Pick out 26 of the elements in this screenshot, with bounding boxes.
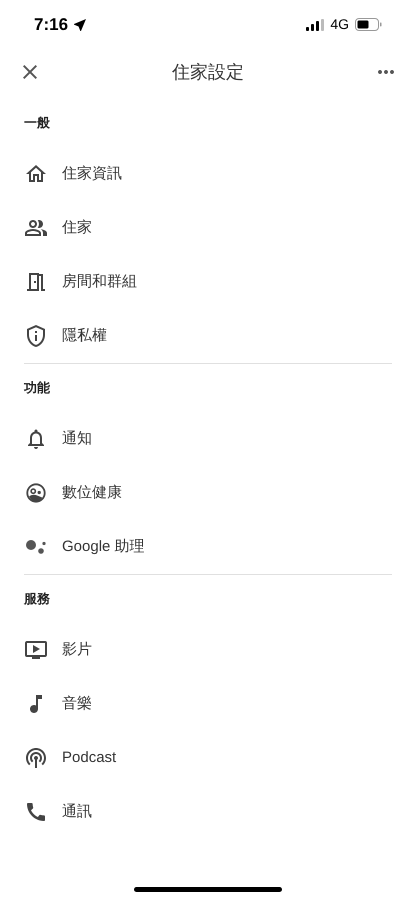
settings-item[interactable]: Google 助理 <box>24 520 392 574</box>
wellbeing-icon <box>25 482 47 504</box>
network-label: 4G <box>330 15 349 34</box>
location-arrow-icon <box>72 16 88 32</box>
settings-item[interactable]: 數位健康 <box>24 466 392 520</box>
battery-icon <box>355 18 382 31</box>
settings-item[interactable]: 通訊 <box>24 785 392 839</box>
settings-item[interactable]: 房間和群組 <box>24 255 392 309</box>
settings-item[interactable]: 隱私權 <box>24 309 392 363</box>
door-icon <box>24 270 48 294</box>
shield-icon <box>24 324 48 348</box>
settings-item[interactable]: Podcast <box>24 731 392 785</box>
podcast-icon <box>24 746 48 770</box>
settings-item[interactable]: 音樂 <box>24 677 392 731</box>
section-heading: 一般 <box>24 114 50 132</box>
section-heading: 功能 <box>24 379 50 398</box>
tv-play-icon <box>24 638 48 662</box>
status-time: 7:16 <box>34 14 68 36</box>
page-title: 住家設定 <box>172 60 244 84</box>
phone-icon <box>24 800 48 824</box>
settings-item[interactable]: 影片 <box>24 623 392 677</box>
signal-icon <box>306 18 324 30</box>
settings-item[interactable]: 通知 <box>24 412 392 466</box>
settings-item[interactable]: 住家 <box>24 201 392 255</box>
settings-item[interactable]: 住家資訊 <box>24 147 392 201</box>
section-heading: 服務 <box>24 590 50 608</box>
